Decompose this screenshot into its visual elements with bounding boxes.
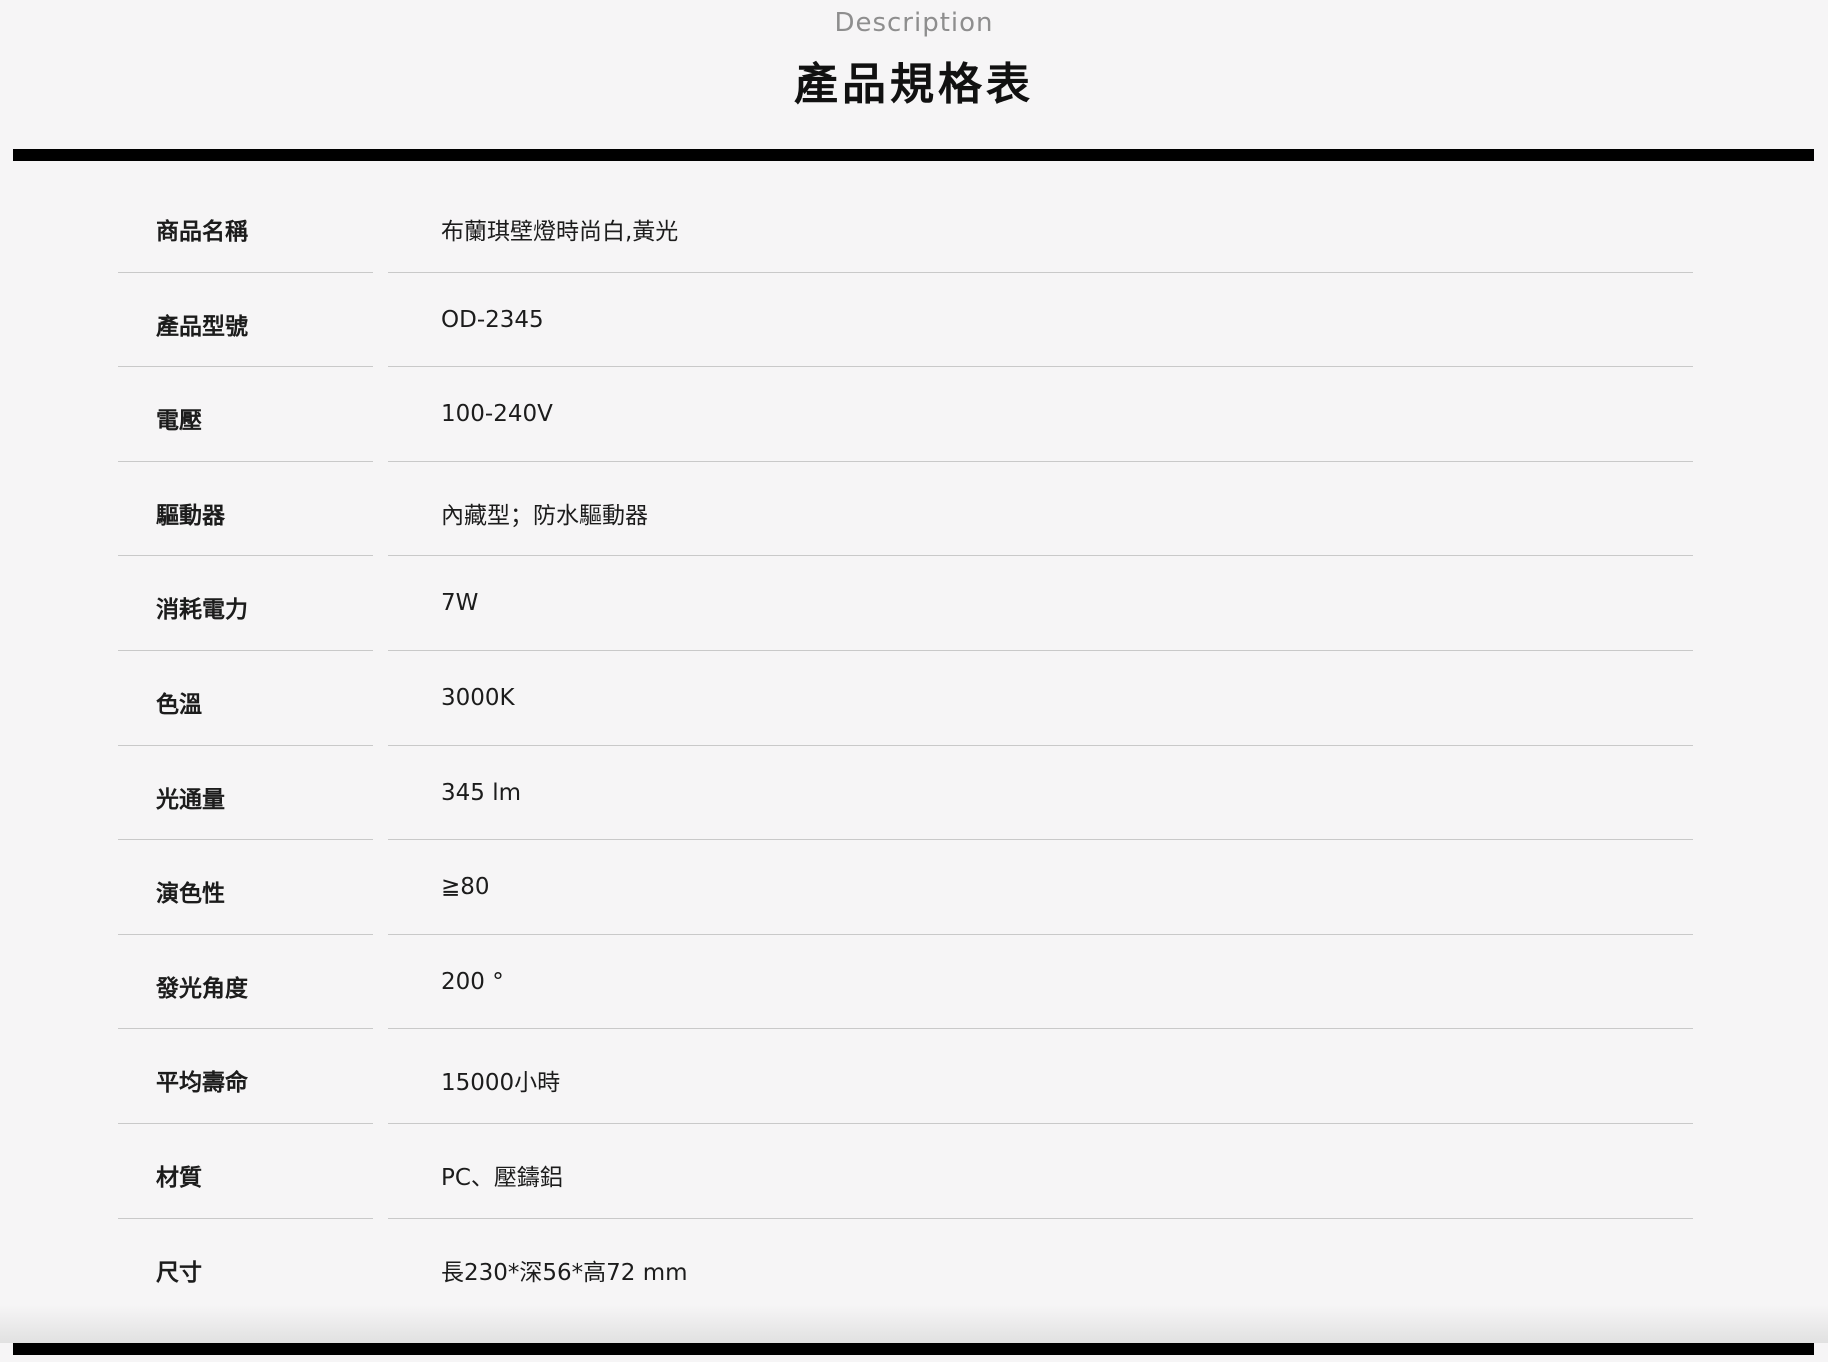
spec-value: 15000小時 xyxy=(441,1070,561,1097)
spec-label: 色溫 xyxy=(156,691,202,718)
spec-row-beam-angle: 發光角度 200 ° xyxy=(0,935,1828,1030)
spec-label: 消耗電力 xyxy=(156,597,248,624)
spec-label: 電壓 xyxy=(156,408,202,435)
spec-label: 商品名稱 xyxy=(156,219,248,245)
spec-value: OD-2345 xyxy=(441,306,544,333)
spec-value: 7W xyxy=(441,590,479,617)
spec-row-color-temperature: 色溫 3000K xyxy=(0,651,1828,746)
spec-value: 345 lm xyxy=(441,779,522,806)
spec-row-voltage: 電壓 100-240V xyxy=(0,367,1828,462)
top-divider-bar xyxy=(13,149,1814,161)
spec-label: 材質 xyxy=(156,1164,202,1191)
page-title: 產品規格表 xyxy=(794,59,1034,110)
spec-table: 商品名稱 布蘭琪壁燈時尚白,黃光 產品型號 OD-2345 電壓 100-240… xyxy=(0,178,1828,1313)
spec-row-model: 產品型號 OD-2345 xyxy=(0,273,1828,368)
spec-label: 演色性 xyxy=(156,881,225,908)
spec-value: 長230*深56*高72 mm xyxy=(441,1259,688,1286)
spec-label: 驅動器 xyxy=(156,502,225,529)
spec-value: 布蘭琪壁燈時尚白,黃光 xyxy=(441,219,679,245)
spec-value: 200 ° xyxy=(441,968,504,995)
bottom-divider-bar xyxy=(13,1343,1814,1355)
section-subtitle: Description xyxy=(834,8,994,38)
spec-row-driver: 驅動器 內藏型；防水驅動器 xyxy=(0,462,1828,557)
spec-row-dimensions: 尺寸 長230*深56*高72 mm xyxy=(0,1219,1828,1314)
spec-row-luminous-flux: 光通量 345 lm xyxy=(0,746,1828,841)
spec-row-power: 消耗電力 7W xyxy=(0,556,1828,651)
spec-value: ≧80 xyxy=(441,874,490,901)
spec-label: 產品型號 xyxy=(156,313,248,340)
spec-value: 內藏型；防水驅動器 xyxy=(441,502,648,529)
spec-label: 光通量 xyxy=(156,786,225,813)
spec-row-lifespan: 平均壽命 15000小時 xyxy=(0,1029,1828,1124)
spec-value: PC、壓鑄鋁 xyxy=(441,1164,563,1191)
spec-row-product-name: 商品名稱 布蘭琪壁燈時尚白,黃光 xyxy=(0,178,1828,273)
spec-label: 尺寸 xyxy=(156,1259,202,1286)
bottom-shadow xyxy=(0,1305,1828,1343)
spec-row-cri: 演色性 ≧80 xyxy=(0,840,1828,935)
spec-value: 3000K xyxy=(441,684,515,711)
spec-row-material: 材質 PC、壓鑄鋁 xyxy=(0,1124,1828,1219)
spec-value: 100-240V xyxy=(441,401,553,428)
spec-label: 發光角度 xyxy=(156,975,248,1002)
spec-label: 平均壽命 xyxy=(156,1070,248,1097)
